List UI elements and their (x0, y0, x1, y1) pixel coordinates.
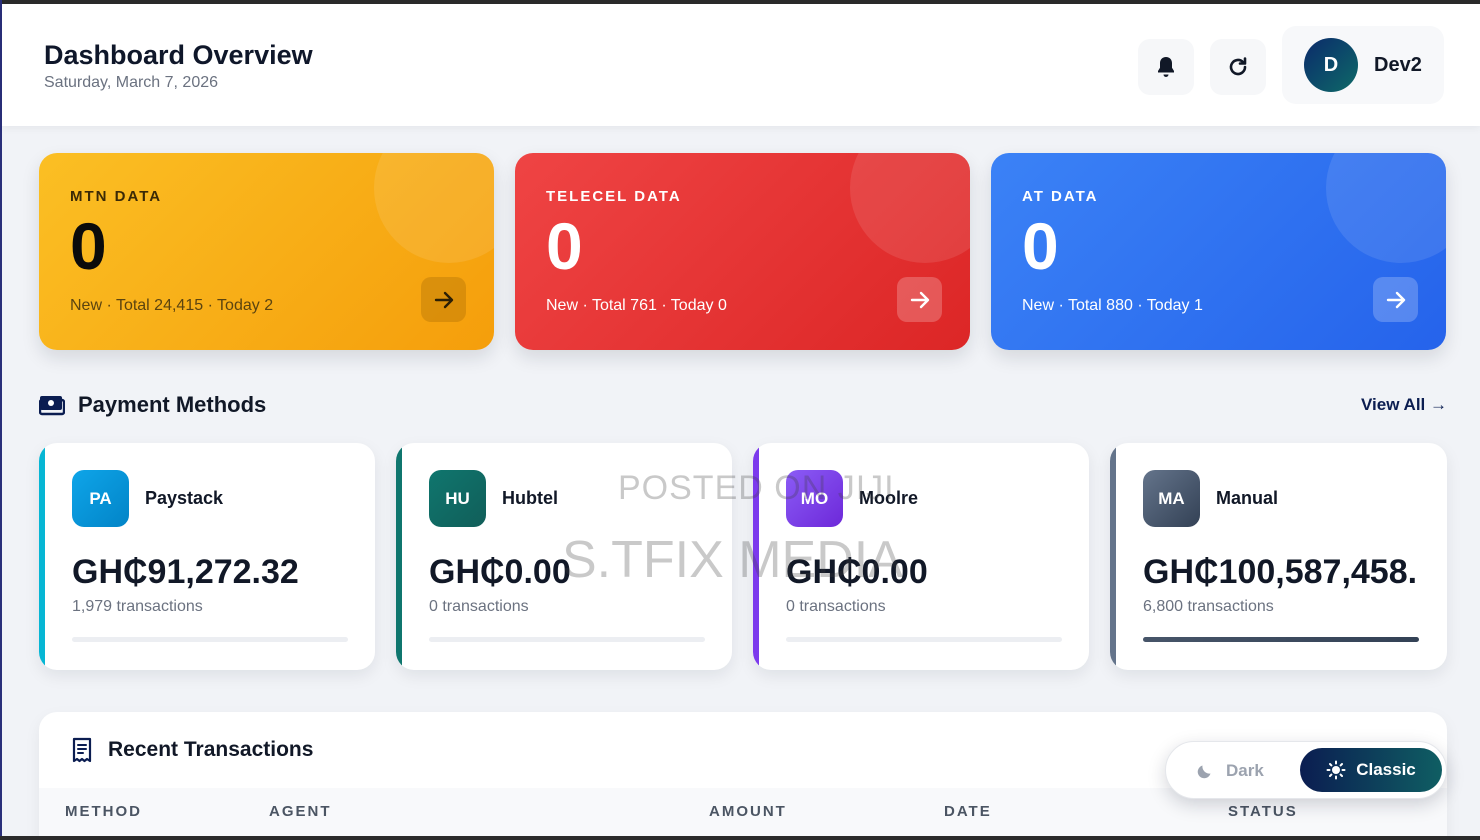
method-logo: HU (429, 470, 486, 527)
payment-methods-header: Payment Methods View All → (39, 390, 1447, 420)
avatar: D (1304, 38, 1358, 92)
mtn-data-card[interactable]: MTN DATA 0 New · Total 24,415 · Today 2 (39, 153, 494, 350)
refresh-button[interactable] (1210, 39, 1266, 95)
card-subtitle: New · Total 880 · Today 1 (1022, 297, 1203, 314)
method-transactions: 1,979 transactions (72, 598, 203, 615)
page-date: Saturday, March 7, 2026 (44, 74, 219, 91)
section-title: Payment Methods (78, 392, 267, 417)
notifications-button[interactable] (1138, 39, 1194, 95)
watermark-line-2: S.TFIX MEDIA (562, 531, 903, 589)
open-at-button[interactable] (1373, 277, 1418, 322)
method-transactions: 6,800 transactions (1143, 598, 1274, 615)
method-amount: GH₵100,587,458. (1143, 553, 1418, 591)
theme-toggle: Dark Classic (1165, 741, 1447, 799)
method-logo: PA (72, 470, 129, 527)
arrow-right-icon (1386, 291, 1405, 308)
sun-icon (1326, 760, 1346, 780)
method-name: Paystack (145, 488, 224, 508)
payment-method-card[interactable]: MA Manual GH₵100,587,458. 6,800 transact… (1110, 443, 1447, 670)
payment-method-card[interactable]: PA Paystack GH₵91,272.32 1,979 transacti… (39, 443, 375, 670)
share-bar (786, 637, 1062, 642)
dark-theme-option[interactable]: Dark (1196, 761, 1264, 781)
receipt-icon (72, 737, 92, 763)
classic-theme-option[interactable]: Classic (1300, 748, 1442, 792)
bell-icon (1158, 57, 1174, 77)
classic-label: Classic (1356, 760, 1416, 779)
method-transactions: 0 transactions (429, 598, 529, 615)
open-mtn-button[interactable] (421, 277, 466, 322)
refresh-icon (1229, 57, 1247, 76)
card-value: 0 (70, 209, 107, 283)
view-all-link[interactable]: View All → (1361, 395, 1447, 415)
card-title: TELECEL DATA (546, 188, 682, 205)
method-name: Manual (1216, 488, 1279, 508)
share-bar (1143, 637, 1419, 642)
column-header-date[interactable]: DATE (944, 803, 992, 820)
telecel-data-card[interactable]: TELECEL DATA 0 New · Total 761 · Today 0 (515, 153, 970, 350)
arrow-right-icon (910, 291, 929, 308)
username: Dev2 (1374, 53, 1422, 76)
method-name: Hubtel (502, 488, 558, 508)
card-value: 0 (1022, 209, 1059, 283)
card-title: MTN DATA (70, 188, 163, 205)
watermark-line-1: POSTED ON JIJI (618, 469, 895, 507)
at-data-card[interactable]: AT DATA 0 New · Total 880 · Today 1 (991, 153, 1446, 350)
user-menu[interactable]: D Dev2 (1282, 26, 1444, 104)
column-header-method[interactable]: METHOD (65, 803, 142, 820)
money-icon (39, 396, 65, 416)
open-telecel-button[interactable] (897, 277, 942, 322)
top-header: Dashboard Overview Saturday, March 7, 20… (2, 4, 1480, 126)
column-header-status[interactable]: STATUS (1228, 803, 1298, 820)
section-title: Recent Transactions (108, 738, 314, 761)
card-value: 0 (546, 209, 583, 283)
card-title: AT DATA (1022, 188, 1099, 205)
arrow-right-icon (434, 291, 453, 308)
page-title: Dashboard Overview (44, 40, 313, 70)
method-transactions: 0 transactions (786, 598, 886, 615)
card-subtitle: New · Total 761 · Today 0 (546, 297, 727, 314)
card-subtitle: New · Total 24,415 · Today 2 (70, 297, 274, 314)
method-amount: GH₵91,272.32 (72, 553, 299, 591)
method-amount: GH₵0.00 (429, 553, 571, 591)
dark-label: Dark (1226, 761, 1264, 780)
column-header-amount[interactable]: AMOUNT (709, 803, 787, 820)
share-bar (429, 637, 705, 642)
share-bar (72, 637, 348, 642)
method-logo: MA (1143, 470, 1200, 527)
moon-icon (1197, 765, 1211, 779)
column-header-agent[interactable]: AGENT (269, 803, 332, 820)
